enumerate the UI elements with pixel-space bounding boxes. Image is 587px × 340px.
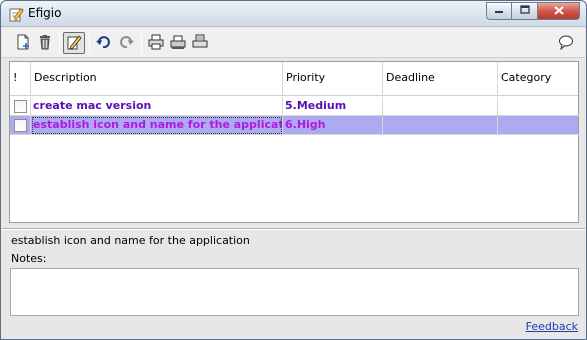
- new-task-icon: [15, 34, 31, 53]
- app-window: Efigio ! Description Priority Deadline C…: [0, 0, 587, 340]
- delete-trash-icon: [37, 34, 53, 53]
- print-preview-icon: [170, 34, 186, 53]
- print-button[interactable]: [145, 32, 167, 54]
- row-checkbox-cell: [10, 116, 31, 135]
- delete-button[interactable]: [34, 32, 56, 54]
- maximize-button[interactable]: [512, 2, 538, 20]
- edit-pencil-icon: [66, 34, 82, 53]
- toolbar: [2, 28, 585, 58]
- new-task-button[interactable]: [12, 32, 34, 54]
- splitter[interactable]: [2, 228, 585, 230]
- notepad-pencil-icon: [8, 6, 24, 22]
- close-button[interactable]: [538, 2, 580, 20]
- category-cell[interactable]: [498, 116, 579, 135]
- undo-icon: [95, 34, 111, 53]
- window-controls: [486, 2, 580, 20]
- redo-icon: [119, 34, 135, 53]
- notes-label: Notes:: [11, 252, 47, 265]
- done-checkbox[interactable]: [14, 100, 27, 113]
- table-row[interactable]: create mac version 5.Medium: [10, 97, 579, 116]
- minimize-button[interactable]: [486, 2, 512, 20]
- close-icon: [553, 5, 564, 18]
- grid-header: ! Description Priority Deadline Category: [10, 62, 578, 96]
- description-cell[interactable]: establish icon and name for the applicat…: [31, 116, 283, 135]
- window-title: Efigio: [28, 6, 62, 20]
- column-header-flag[interactable]: !: [10, 62, 31, 96]
- minimize-icon: [494, 6, 504, 17]
- edit-button[interactable]: [63, 32, 85, 54]
- notes-textarea[interactable]: [10, 268, 579, 316]
- priority-cell[interactable]: 6.High: [283, 116, 383, 135]
- print-setup-button[interactable]: [189, 32, 211, 54]
- priority-cell[interactable]: 5.Medium: [283, 97, 383, 116]
- category-cell[interactable]: [498, 97, 579, 116]
- undo-button[interactable]: [92, 32, 114, 54]
- task-grid: ! Description Priority Deadline Category…: [9, 61, 579, 223]
- title-bar[interactable]: Efigio: [1, 1, 586, 27]
- table-row[interactable]: establish icon and name for the applicat…: [10, 116, 579, 135]
- help-bubble-icon: [558, 34, 574, 53]
- column-header-description[interactable]: Description: [31, 62, 283, 96]
- description-cell[interactable]: create mac version: [31, 97, 283, 116]
- help-button[interactable]: [555, 32, 577, 54]
- column-header-category[interactable]: Category: [498, 62, 579, 96]
- row-checkbox-cell: [10, 97, 31, 116]
- feedback-link[interactable]: Feedback: [526, 320, 578, 333]
- deadline-cell[interactable]: [383, 116, 498, 135]
- selected-task-description: establish icon and name for the applicat…: [11, 234, 250, 247]
- column-header-priority[interactable]: Priority: [283, 62, 383, 96]
- print-setup-icon: [192, 34, 208, 53]
- redo-button[interactable]: [116, 32, 138, 54]
- done-checkbox[interactable]: [14, 119, 27, 132]
- column-header-deadline[interactable]: Deadline: [383, 62, 498, 96]
- maximize-icon: [519, 5, 530, 17]
- print-preview-button[interactable]: [167, 32, 189, 54]
- deadline-cell[interactable]: [383, 97, 498, 116]
- print-icon: [148, 34, 164, 53]
